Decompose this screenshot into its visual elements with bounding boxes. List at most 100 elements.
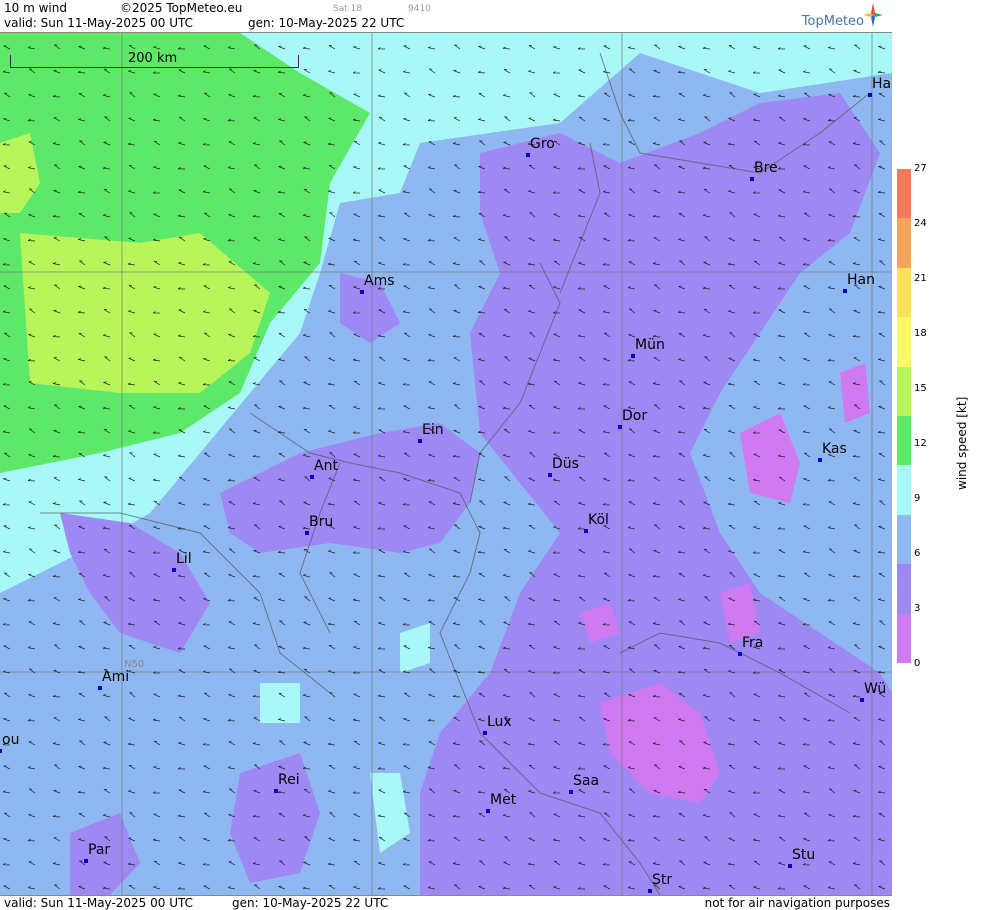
wind-arrow-head [479,286,482,287]
city-label: Ein [422,422,444,438]
wind-arrow-head [129,238,132,239]
wind-arrow-head [279,646,282,647]
wind-arrow-head [704,502,707,503]
legend-color-step [897,268,911,318]
disclaimer: not for air navigation purposes [705,896,890,910]
legend-tick: 3 [914,603,920,614]
wind-arrow [253,697,260,698]
city-marker [483,731,487,735]
city-label: Str [652,872,672,888]
city-marker [860,698,864,702]
wind-arrow-head [79,766,82,767]
wind-arrow-head [504,622,507,623]
city-marker [868,93,872,97]
wind-arrow-head [79,646,82,647]
wind-arrow-head [729,718,732,719]
city-marker [486,809,490,813]
city-marker [526,153,530,157]
wind-arrow-head [79,46,82,47]
wind-arrow-head [479,526,482,527]
legend-color-step [897,416,911,466]
wind-arrow-head [504,142,507,143]
product-title: 10 m wind [4,1,67,15]
wind-arrow [453,97,460,98]
wind-arrow [253,817,260,818]
city-label: Ha [872,76,891,92]
wind-arrow [853,697,860,698]
wind-arrow [853,97,860,98]
wind-arrow-head [529,118,532,119]
wind-map[interactable]: 200 km N50 HaGroBreAmsHanMünEinDorKasAnt… [0,33,892,895]
wind-arrow-head [304,502,307,503]
city-marker [310,475,314,479]
wind-arrow [453,217,460,218]
color-scale [897,169,911,663]
wind-arrow-head [529,838,532,839]
city-marker [418,439,422,443]
valid-time: valid: Sun 11-May-2025 00 UTC [4,16,193,30]
wind-arrow-head [679,646,682,647]
legend-tick: 24 [914,218,927,229]
wind-arrow-head [729,118,732,119]
legend-color-step [897,515,911,565]
city-label: Par [88,842,110,858]
wind-arrow-head [704,142,707,143]
wind-arrow [453,817,460,818]
wind-arrow [53,217,60,218]
city-label: Fra [742,635,763,651]
city-marker [360,290,364,294]
wind-arrow-head [879,886,882,887]
legend-color-step [897,614,911,664]
wind-arrow-head [329,118,332,119]
wind-arrow-head [329,838,332,839]
wind-arrow [253,337,260,338]
city-marker [274,789,278,793]
copyright: ©2025 TopMeteo.eu [120,1,242,15]
wind-arrow-head [879,286,882,287]
wind-arrow-head [479,406,482,407]
wind-arrow-head [279,526,282,527]
wind-arrow [53,337,60,338]
wind-arrow-head [279,46,282,47]
city-label: Met [490,792,516,808]
legend-color-step [897,564,911,614]
wind-arrow-head [879,166,882,167]
city-label: Lux [487,714,512,730]
wind-arrow-head [679,166,682,167]
sat-label: Sat 18 [333,4,362,14]
wind-arrow-head [79,886,82,887]
city-marker [569,790,573,794]
wind-arrow [453,697,460,698]
city-label: Lil [176,551,192,567]
topmeteo-logo[interactable]: TopMeteo [784,2,884,30]
wind-arrow-head [679,46,682,47]
wind-arrow-head [304,262,307,263]
wind-arrow [53,457,60,458]
wind-arrow [53,97,60,98]
legend-color-step [897,317,911,367]
wind-arrow [53,577,60,578]
wind-arrow-head [704,262,707,263]
code-label: 9410 [408,4,431,14]
city-label: Kas [822,441,847,457]
wind-arrow-head [704,742,707,743]
wind-arrow-head [879,46,882,47]
wind-arrow [53,697,60,698]
wind-arrow-head [104,622,107,623]
wind-arrow-head [504,742,507,743]
wind-arrow [453,337,460,338]
wind-arrow-head [129,118,132,119]
wind-arrow [653,217,660,218]
city-marker [548,473,552,477]
compass-star-icon [862,2,884,28]
wind-arrow-head [329,358,332,359]
wind-arrow-head [104,742,107,743]
wind-arrow-head [879,526,882,527]
wind-arrow-head [679,766,682,767]
wind-arrow-head [529,358,532,359]
city-label: Rei [278,772,300,788]
wind-arrow [853,457,860,458]
wind-arrow [653,697,660,698]
wind-arrow-head [479,766,482,767]
wind-arrow-head [679,406,682,407]
